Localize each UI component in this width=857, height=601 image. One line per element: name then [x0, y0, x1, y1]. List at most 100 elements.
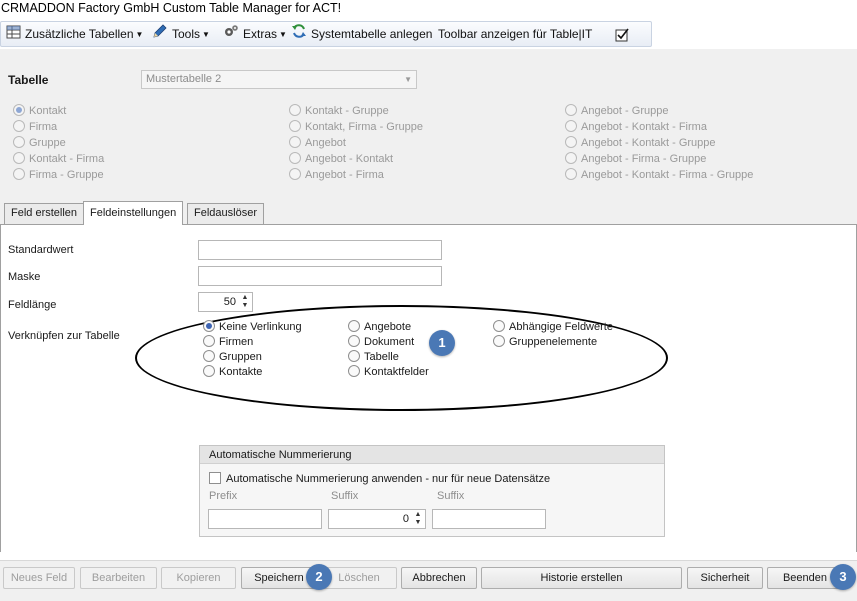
- spin-arrows-icon[interactable]: ▲ ▼: [240, 294, 250, 310]
- field-length-label: Feldlänge: [8, 299, 57, 311]
- radio-icon: [565, 152, 577, 165]
- create-system-table-button[interactable]: Systemtabelle anlegen: [291, 22, 432, 46]
- toolbar: Zusätzliche Tabellen ▼ Tools ▼ Extras ▼ Sys…: [0, 21, 652, 47]
- annotation-badge-2: 2: [306, 564, 332, 590]
- table-option-label: Angebot - Kontakt - Firma - Gruppe: [581, 169, 754, 181]
- suffix2-label: Suffix: [437, 490, 465, 502]
- security-button[interactable]: Sicherheit: [687, 567, 763, 589]
- radio-icon: [348, 350, 360, 363]
- show-toolbar-button[interactable]: Toolbar anzeigen für Table|IT: [438, 22, 592, 46]
- link-option[interactable]: Firmen: [203, 334, 253, 350]
- link-option-label: Kontakte: [219, 366, 263, 378]
- link-option[interactable]: Gruppenelemente: [493, 334, 597, 350]
- table-option-label: Firma: [29, 121, 58, 133]
- table-option[interactable]: Angebot - Kontakt - Firma: [565, 119, 707, 135]
- gear-icon: [223, 23, 239, 47]
- window-title: CRMADDON Factory GmbH Custom Table Manag…: [0, 0, 857, 19]
- radio-icon: [289, 152, 301, 165]
- link-option[interactable]: Tabelle: [348, 349, 399, 365]
- field-length-stepper[interactable]: 50 ▲ ▼: [198, 292, 253, 312]
- chevron-down-icon: ▼: [279, 29, 287, 39]
- table-option-label: Angebot - Firma: [305, 169, 384, 181]
- counter-value: 0: [402, 513, 409, 525]
- copy-button[interactable]: Kopieren: [161, 567, 236, 589]
- edit-button[interactable]: Bearbeiten: [80, 567, 157, 589]
- create-history-button[interactable]: Historie erstellen: [481, 567, 682, 589]
- link-table-label: Verknüpfen zur Tabelle: [8, 330, 120, 342]
- tab-feld-erstellen[interactable]: Feld erstellen: [4, 203, 85, 224]
- radio-icon: [289, 136, 301, 149]
- tab-feldeinstellungen[interactable]: Feldeinstellungen: [83, 201, 184, 225]
- prefix-label: Prefix: [209, 490, 238, 502]
- radio-icon: [289, 168, 301, 181]
- table-icon: [6, 23, 21, 47]
- link-option-label: Gruppen: [219, 351, 262, 363]
- table-select[interactable]: Mustertabelle 2 ▼: [141, 70, 417, 89]
- table-option-label: Kontakt - Firma: [29, 153, 105, 165]
- table-option[interactable]: Angebot - Firma - Gruppe: [565, 151, 706, 167]
- new-field-button[interactable]: Neues Feld: [3, 567, 75, 589]
- link-option[interactable]: Kontakte: [203, 364, 262, 380]
- spin-arrows-icon[interactable]: ▲ ▼: [413, 511, 423, 527]
- tab-feldausloeser[interactable]: Feldauslöser: [187, 203, 264, 224]
- table-option[interactable]: Firma: [13, 119, 57, 135]
- radio-icon: [348, 365, 360, 378]
- link-option[interactable]: Gruppen: [203, 349, 262, 365]
- link-option[interactable]: Dokument: [348, 334, 414, 350]
- table-option-label: Gruppe: [29, 137, 66, 149]
- refresh-icon: [291, 23, 307, 47]
- prefix-input[interactable]: [208, 509, 322, 529]
- cancel-button[interactable]: Abbrechen: [401, 567, 477, 589]
- auto-numbering-checkbox[interactable]: Automatische Nummerierung anwenden - nur…: [209, 471, 550, 487]
- table-option[interactable]: Kontakt: [13, 103, 66, 119]
- table-option[interactable]: Angebot - Gruppe: [565, 103, 668, 119]
- radio-icon: [203, 320, 215, 333]
- link-option-label: Angebote: [364, 321, 412, 333]
- create-system-table-label: Systemtabelle anlegen: [311, 27, 433, 41]
- table-option[interactable]: Angebot - Firma: [289, 167, 384, 183]
- suffix-input[interactable]: [432, 509, 546, 529]
- radio-icon: [348, 335, 360, 348]
- link-option[interactable]: Angebote: [348, 319, 411, 335]
- radio-icon: [493, 320, 505, 333]
- radio-icon: [493, 335, 505, 348]
- show-toolbar-checkbox[interactable]: [615, 22, 629, 46]
- table-option[interactable]: Kontakt - Firma: [13, 151, 104, 167]
- table-option-label: Kontakt, Firma - Gruppe: [305, 121, 423, 133]
- link-option[interactable]: Keine Verlinkung: [203, 319, 302, 335]
- chevron-down-icon: ▼: [202, 29, 210, 39]
- table-option[interactable]: Angebot: [289, 135, 346, 151]
- checkbox-icon: [209, 472, 221, 485]
- table-option[interactable]: Angebot - Kontakt - Gruppe: [565, 135, 716, 151]
- table-option[interactable]: Kontakt, Firma - Gruppe: [289, 119, 423, 135]
- extras-menu[interactable]: Extras ▼: [223, 22, 287, 46]
- radio-icon: [565, 104, 577, 117]
- auto-numbering-apply-label: Automatische Nummerierung anwenden - nur…: [226, 473, 551, 485]
- link-option-label: Abhängige Feldwerte: [509, 321, 613, 333]
- link-option-label: Keine Verlinkung: [219, 321, 302, 333]
- table-option[interactable]: Firma - Gruppe: [13, 167, 104, 183]
- table-option[interactable]: Angebot - Kontakt: [289, 151, 393, 167]
- radio-icon: [13, 120, 25, 133]
- mask-input[interactable]: [198, 266, 442, 286]
- radio-icon: [348, 320, 360, 333]
- delete-button[interactable]: Löschen: [321, 567, 397, 589]
- link-option-label: Tabelle: [364, 351, 399, 363]
- tools-label: Tools: [172, 27, 201, 41]
- counter-stepper[interactable]: 0 ▲ ▼: [328, 509, 426, 529]
- field-length-value: 50: [223, 296, 236, 308]
- table-option[interactable]: Angebot - Kontakt - Firma - Gruppe: [565, 167, 753, 183]
- table-option-label: Kontakt: [29, 105, 67, 117]
- suffix-label: Suffix: [331, 490, 359, 502]
- table-option-label: Angebot - Kontakt: [305, 153, 394, 165]
- table-option[interactable]: Kontakt - Gruppe: [289, 103, 389, 119]
- additional-tables-label: Zusätzliche Tabellen: [25, 27, 134, 41]
- tools-menu[interactable]: Tools ▼: [152, 22, 210, 46]
- table-option-label: Angebot - Firma - Gruppe: [581, 153, 707, 165]
- default-value-input[interactable]: [198, 240, 442, 260]
- additional-tables-menu[interactable]: Zusätzliche Tabellen ▼: [6, 22, 143, 46]
- link-option[interactable]: Kontaktfelder: [348, 364, 429, 380]
- link-option[interactable]: Abhängige Feldwerte: [493, 319, 613, 335]
- table-option[interactable]: Gruppe: [13, 135, 66, 151]
- show-toolbar-label: Toolbar anzeigen für Table|IT: [438, 27, 593, 41]
